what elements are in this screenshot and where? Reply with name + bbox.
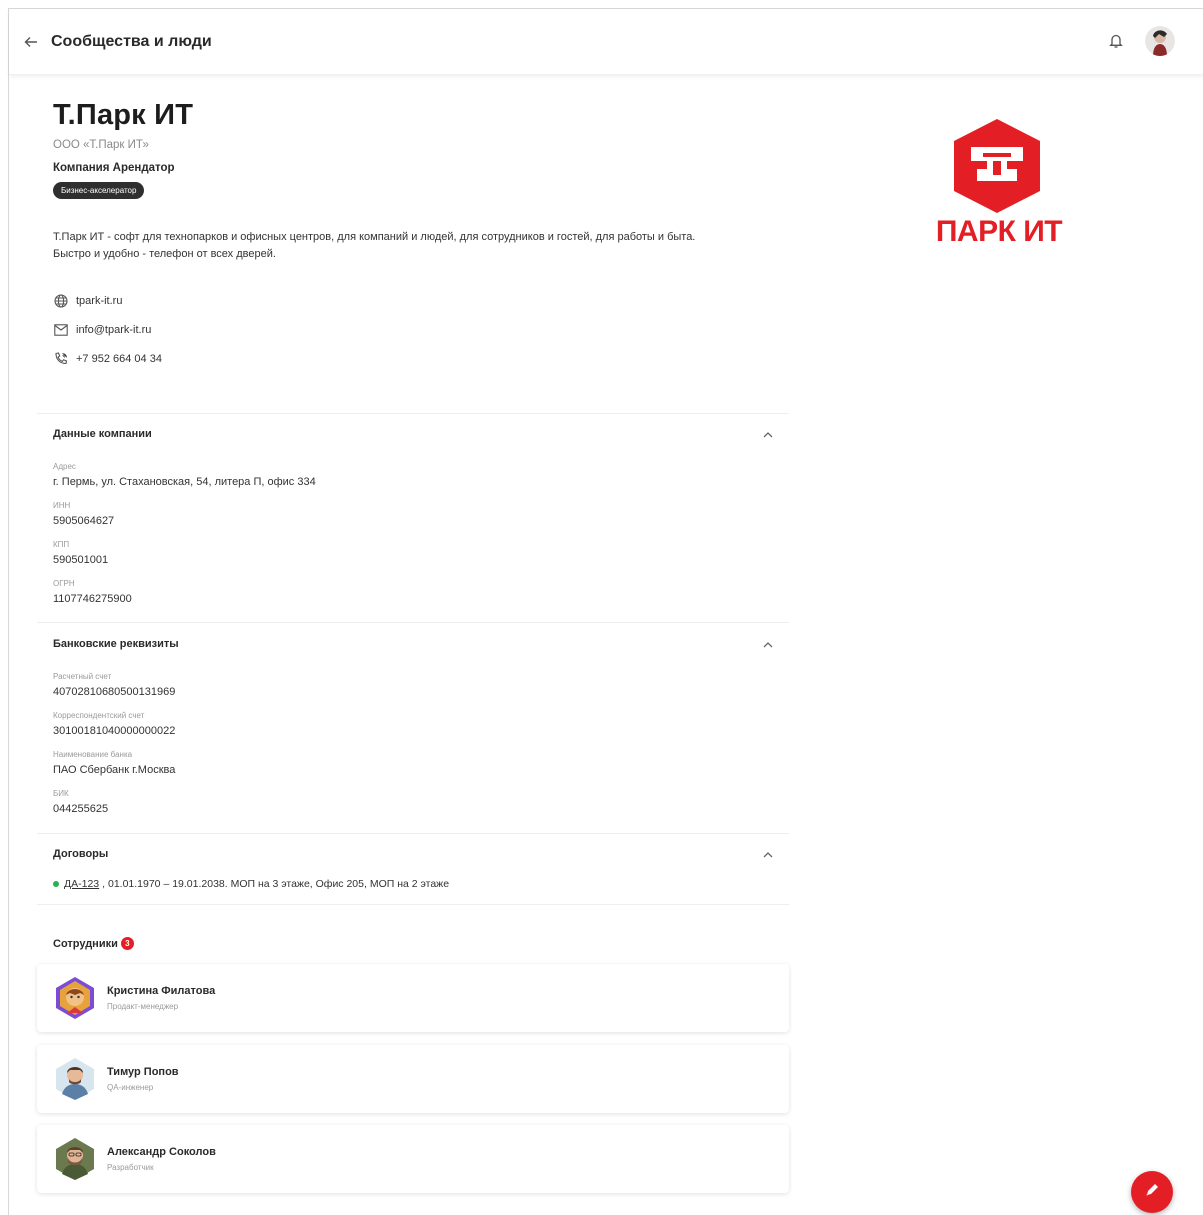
email-link[interactable]: info@tpark-it.ru	[76, 324, 151, 336]
top-bar: Сообщества и люди	[9, 9, 1203, 75]
app-window: Сообщества и люди Т.Парк ИТ ООО «Т.Парк …	[8, 8, 1203, 1215]
divider	[37, 904, 789, 905]
employee-role: Разработчик	[107, 1163, 154, 1172]
employee-name: Александр Соколов	[107, 1146, 216, 1158]
contract-item: ДА-123 , 01.01.1970 – 19.01.2038. МОП на…	[53, 878, 449, 890]
company-tag: Бизнес-акселератор	[53, 182, 145, 199]
page-title: Сообщества и люди	[51, 32, 212, 50]
company-type: Компания Арендатор	[53, 162, 175, 174]
company-name: Т.Парк ИТ	[53, 99, 194, 131]
website-link[interactable]: tpark-it.ru	[76, 295, 122, 307]
status-dot	[53, 881, 59, 887]
employee-card[interactable]: Кристина Филатова Продакт-менеджер	[37, 964, 789, 1032]
phone-number[interactable]: +7 952 664 04 34	[76, 353, 162, 365]
mail-icon	[53, 322, 69, 338]
company-logo-text: ПАРК ИТ	[935, 215, 1063, 248]
edit-button[interactable]	[1131, 1171, 1173, 1213]
employee-name: Кристина Филатова	[107, 985, 216, 997]
description-line: Быстро и удобно - телефон от всех дверей…	[53, 248, 276, 260]
field-value-bank-name: ПАО Сбербанк г.Москва	[53, 764, 176, 776]
employee-avatar	[53, 1136, 97, 1182]
employee-avatar	[53, 1056, 97, 1102]
contact-email[interactable]: info@tpark-it.ru	[53, 322, 151, 338]
field-label-account: Расчетный счет	[53, 672, 112, 681]
field-label-address: Адрес	[53, 462, 76, 471]
contact-phone[interactable]: +7 952 664 04 34	[53, 351, 162, 367]
section-title-company-data: Данные компании	[53, 428, 152, 440]
bell-icon[interactable]	[1107, 32, 1125, 50]
pencil-icon	[1144, 1182, 1160, 1203]
field-label-inn: ИНН	[53, 501, 71, 510]
field-label-bik: БИК	[53, 789, 69, 798]
field-value-ogrn: 1107746275900	[53, 593, 132, 605]
field-label-ogrn: ОГРН	[53, 579, 75, 588]
employee-role: Продакт-менеджер	[107, 1002, 179, 1011]
field-value-address: г. Пермь, ул. Стахановская, 54, литера П…	[53, 476, 316, 488]
employee-avatar	[53, 975, 97, 1021]
description-line: Т.Парк ИТ - софт для технопарков и офисн…	[53, 231, 696, 243]
field-value-bik: 044255625	[53, 803, 109, 815]
field-value-kpp: 590501001	[53, 554, 109, 566]
contact-website[interactable]: tpark-it.ru	[53, 293, 122, 309]
contract-details: , 01.01.1970 – 19.01.2038. МОП на 3 этаж…	[102, 878, 450, 890]
field-value-account: 40702810680500131969	[53, 686, 176, 698]
chevron-up-icon[interactable]	[761, 638, 775, 652]
phone-icon	[53, 351, 69, 367]
user-avatar[interactable]	[1145, 26, 1175, 56]
field-label-kpp: КПП	[53, 540, 70, 549]
chevron-up-icon[interactable]	[761, 428, 775, 442]
divider	[37, 833, 789, 834]
employees-count-badge: 3	[120, 937, 134, 950]
globe-icon	[53, 293, 69, 309]
employee-role: QA-инженер	[107, 1083, 154, 1092]
back-arrow-icon[interactable]	[19, 30, 43, 54]
divider	[37, 413, 789, 414]
employee-card[interactable]: Тимур Попов QA-инженер	[37, 1045, 789, 1113]
contract-link[interactable]: ДА-123	[64, 878, 99, 890]
employees-title: Сотрудники	[53, 937, 118, 950]
divider	[37, 622, 789, 623]
section-title-employees: Сотрудники 3	[53, 937, 134, 950]
chevron-up-icon[interactable]	[761, 848, 775, 862]
field-value-inn: 5905064627	[53, 515, 115, 527]
section-title-bank: Банковские реквизиты	[53, 638, 179, 650]
employee-name: Тимур Попов	[107, 1066, 179, 1078]
employee-card[interactable]: Александр Соколов Разработчик	[37, 1125, 789, 1193]
section-title-contracts: Договоры	[53, 848, 109, 860]
field-label-corr-account: Корреспондентский счет	[53, 711, 145, 720]
field-label-bank-name: Наименование банка	[53, 750, 133, 759]
company-legal-name: ООО «Т.Парк ИТ»	[53, 139, 149, 151]
company-description: Т.Парк ИТ - софт для технопарков и офисн…	[53, 229, 773, 263]
field-value-corr-account: 30100181040000000022	[53, 725, 176, 737]
